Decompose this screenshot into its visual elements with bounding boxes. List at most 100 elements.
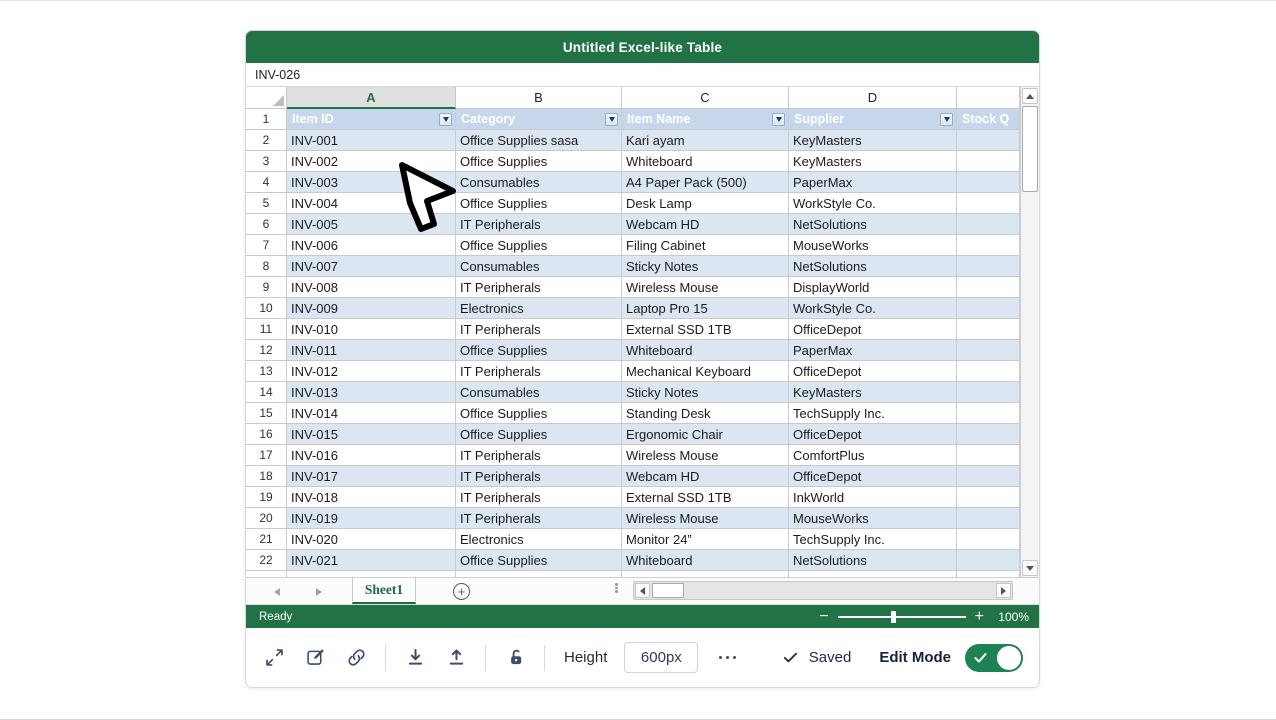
- more-options-button[interactable]: [715, 646, 739, 670]
- cell-item-name[interactable]: Webcam HD: [622, 214, 789, 235]
- cell-supplier[interactable]: WorkStyle Co.: [789, 193, 957, 214]
- sheet-nav-next-button[interactable]: [316, 588, 322, 596]
- header-cell[interactable]: Item Name: [622, 109, 789, 130]
- cell-category[interactable]: Office Supplies: [456, 550, 622, 571]
- cell-item-name[interactable]: A4 Paper Pack (500): [622, 172, 789, 193]
- cell-category[interactable]: Electronics: [456, 298, 622, 319]
- header-cell[interactable]: Item ID: [287, 109, 456, 130]
- column-header-B[interactable]: B: [456, 87, 622, 109]
- cell-category[interactable]: IT Peripherals: [456, 445, 622, 466]
- filter-button[interactable]: [940, 113, 953, 126]
- cell-item-name[interactable]: Webcam HD: [622, 466, 789, 487]
- header-cell[interactable]: Category: [456, 109, 622, 130]
- cell-stock[interactable]: [957, 382, 1020, 403]
- edit-mode-toggle[interactable]: [965, 644, 1023, 672]
- cell-category[interactable]: IT Peripherals: [456, 277, 622, 298]
- row-number[interactable]: 19: [246, 487, 287, 508]
- cell-item-name[interactable]: Whiteboard: [622, 151, 789, 172]
- upload-button[interactable]: [444, 646, 468, 670]
- horizontal-scrollbar[interactable]: [633, 581, 1013, 600]
- row-number[interactable]: 16: [246, 424, 287, 445]
- row-number[interactable]: 21: [246, 529, 287, 550]
- column-header-C[interactable]: C: [622, 87, 789, 109]
- cell-item-id[interactable]: INV-021: [287, 550, 456, 571]
- add-sheet-button[interactable]: +: [453, 583, 470, 600]
- column-header-D[interactable]: D: [789, 87, 957, 109]
- row-number[interactable]: 9: [246, 277, 287, 298]
- cell-stock[interactable]: [957, 424, 1020, 445]
- cell-item-name[interactable]: Standing Desk: [622, 403, 789, 424]
- cell-stock[interactable]: [957, 277, 1020, 298]
- cell-item-name[interactable]: Wireless Mouse: [622, 508, 789, 529]
- cell-category[interactable]: IT Peripherals: [456, 214, 622, 235]
- cell-item-name[interactable]: Sticky Notes: [622, 256, 789, 277]
- cell-item-name[interactable]: Kari ayam: [622, 130, 789, 151]
- header-cell[interactable]: Stock Q: [957, 109, 1020, 130]
- column-header-A[interactable]: A: [287, 87, 456, 109]
- cell-stock[interactable]: [957, 214, 1020, 235]
- row-number[interactable]: 1: [246, 109, 287, 130]
- row-number[interactable]: 2: [246, 130, 287, 151]
- cell-supplier[interactable]: MouseWorks: [789, 508, 957, 529]
- cell-category[interactable]: Consumables: [456, 256, 622, 277]
- cell-stock[interactable]: [957, 445, 1020, 466]
- cell-item-name[interactable]: Wireless Mouse: [622, 277, 789, 298]
- cell-supplier[interactable]: TechSupply Inc.: [789, 403, 957, 424]
- cell-stock[interactable]: [957, 550, 1020, 571]
- row-number[interactable]: 20: [246, 508, 287, 529]
- cell-item-id[interactable]: INV-009: [287, 298, 456, 319]
- cell-item-id[interactable]: INV-002: [287, 151, 456, 172]
- cell-category[interactable]: Office Supplies sasa: [456, 130, 622, 151]
- cell-category[interactable]: IT Peripherals: [456, 487, 622, 508]
- expand-button[interactable]: [262, 646, 286, 670]
- row-number[interactable]: 15: [246, 403, 287, 424]
- link-button[interactable]: [344, 646, 368, 670]
- zoom-slider-thumb[interactable]: [891, 611, 896, 623]
- cell-category[interactable]: IT Peripherals: [456, 361, 622, 382]
- formula-bar[interactable]: INV-026: [246, 63, 1039, 87]
- cell-stock[interactable]: [957, 340, 1020, 361]
- cell-supplier[interactable]: InkWorld: [789, 487, 957, 508]
- cell-category[interactable]: Electronics: [456, 529, 622, 550]
- cell-item-id[interactable]: INV-001: [287, 130, 456, 151]
- cell-item-id[interactable]: INV-020: [287, 529, 456, 550]
- cell-category[interactable]: Office Supplies: [456, 235, 622, 256]
- cell-item-name[interactable]: Laptop Pro 15: [622, 298, 789, 319]
- row-number[interactable]: 3: [246, 151, 287, 172]
- cell-item-id[interactable]: INV-018: [287, 487, 456, 508]
- scroll-down-button[interactable]: [1022, 560, 1038, 576]
- cell-item-name[interactable]: Ergonomic Chair: [622, 424, 789, 445]
- column-header-partial[interactable]: [957, 87, 1020, 109]
- cell-supplier[interactable]: OfficeDepot: [789, 466, 957, 487]
- row-number[interactable]: 11: [246, 319, 287, 340]
- cell-supplier[interactable]: TechSupply Inc.: [789, 529, 957, 550]
- cell-item-id[interactable]: INV-003: [287, 172, 456, 193]
- cell-item-name[interactable]: Sticky Notes: [622, 382, 789, 403]
- cell-supplier[interactable]: NetSolutions: [789, 550, 957, 571]
- cell-supplier[interactable]: DisplayWorld: [789, 277, 957, 298]
- download-button[interactable]: [403, 646, 427, 670]
- cell-item-id[interactable]: INV-007: [287, 256, 456, 277]
- cell-category[interactable]: Office Supplies: [456, 340, 622, 361]
- cell-category[interactable]: Consumables: [456, 382, 622, 403]
- edit-button[interactable]: [303, 646, 327, 670]
- cell-stock[interactable]: [957, 193, 1020, 214]
- zoom-in-button[interactable]: +: [975, 609, 984, 625]
- cell-item-id[interactable]: INV-014: [287, 403, 456, 424]
- cell-category[interactable]: Office Supplies: [456, 193, 622, 214]
- row-number[interactable]: 12: [246, 340, 287, 361]
- row-number[interactable]: 14: [246, 382, 287, 403]
- cell-category[interactable]: IT Peripherals: [456, 466, 622, 487]
- row-number[interactable]: 4: [246, 172, 287, 193]
- lock-button[interactable]: [503, 646, 527, 670]
- cell-stock[interactable]: [957, 298, 1020, 319]
- cell-supplier[interactable]: KeyMasters: [789, 130, 957, 151]
- row-number[interactable]: 18: [246, 466, 287, 487]
- cell-item-name[interactable]: Filing Cabinet: [622, 235, 789, 256]
- cell-supplier[interactable]: PaperMax: [789, 340, 957, 361]
- filter-button[interactable]: [605, 113, 618, 126]
- cell-category[interactable]: Office Supplies: [456, 403, 622, 424]
- cell-item-id[interactable]: INV-017: [287, 466, 456, 487]
- cell-item-id[interactable]: INV-012: [287, 361, 456, 382]
- cell-stock[interactable]: [957, 466, 1020, 487]
